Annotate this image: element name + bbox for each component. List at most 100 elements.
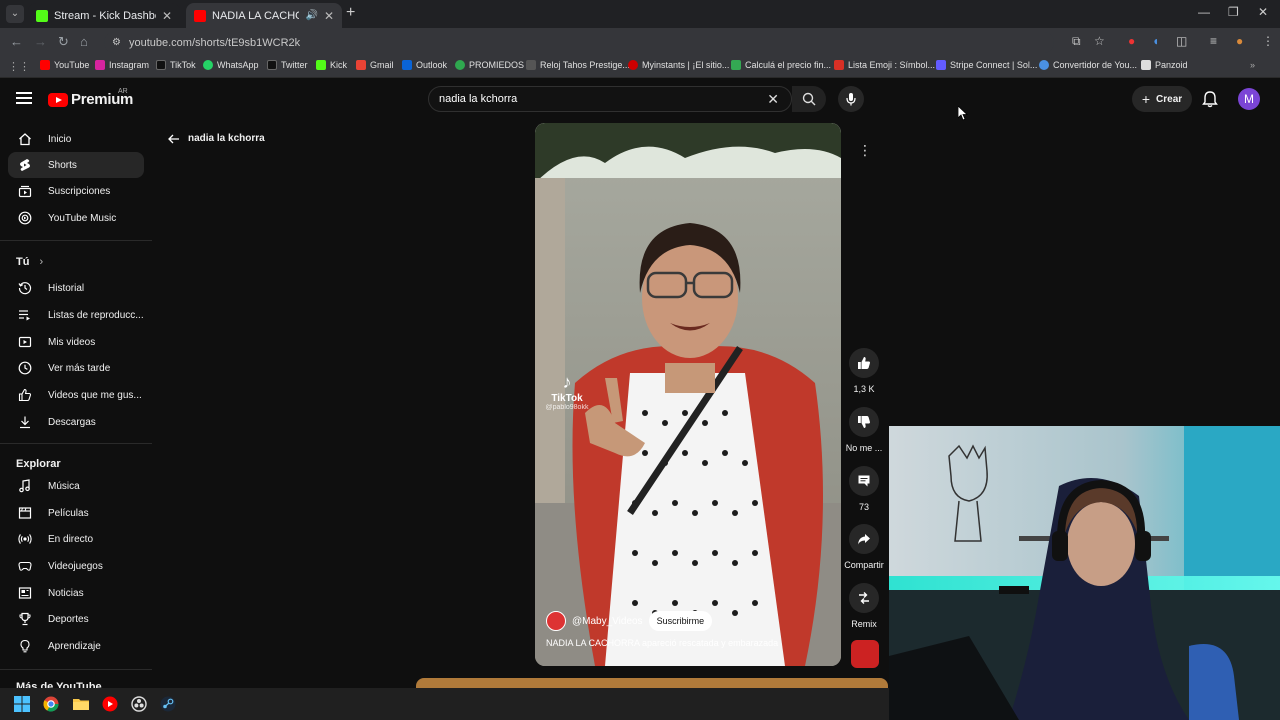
tab-close-icon[interactable]: ✕ (162, 9, 172, 23)
bookmark-youtube[interactable]: YouTube (40, 60, 89, 70)
bookmark-emoji[interactable]: Lista Emoji : Símbol... (834, 60, 935, 70)
short-title[interactable]: NADIA LA CACHORRA apareció rescatada y e… (546, 638, 778, 648)
sidebar-item-mis-videos[interactable]: Mis videos (8, 329, 144, 355)
account-avatar[interactable]: M (1238, 88, 1260, 110)
sidebar-item-ver-mas-tarde[interactable]: Ver más tarde (8, 355, 144, 381)
sidebar-item-en-directo[interactable]: En directo (8, 526, 144, 552)
instagram-icon (95, 60, 105, 70)
minimize-button[interactable]: — (1198, 5, 1210, 19)
tab-search-button[interactable]: ⌄ (6, 5, 24, 23)
channel-name[interactable]: @Maby_Videos (572, 616, 643, 627)
kick-icon (316, 60, 326, 70)
movies-icon (18, 506, 32, 520)
dislike-button[interactable]: No me ... (843, 407, 885, 453)
remix-button[interactable]: Remix (843, 583, 885, 629)
forward-icon[interactable]: → (34, 34, 47, 49)
you-heading[interactable]: Tú › (16, 256, 43, 268)
search-input[interactable]: nadia la kchorra ✕ (428, 86, 792, 112)
liked-icon (18, 388, 32, 402)
youtube-premium-logo[interactable]: Premium AR (48, 88, 133, 108)
restore-button[interactable]: ❐ (1228, 5, 1239, 19)
channel-avatar[interactable] (546, 611, 566, 631)
subscribe-button[interactable]: Suscribirme (648, 611, 713, 631)
bookmark-promiedos[interactable]: PROMIEDOS (455, 60, 524, 70)
extensions-puzzle-icon[interactable]: ◫ (1176, 34, 1187, 48)
sidebar-item-aprendizaje[interactable]: Aprendizaje (8, 633, 144, 659)
sidebar-item-peliculas[interactable]: Películas (8, 500, 144, 526)
sound-thumbnail[interactable] (851, 640, 879, 668)
comments-button[interactable]: 73 (843, 466, 885, 512)
bookmark-calcula[interactable]: Calculá el precio fin... (731, 60, 831, 70)
extension-icon[interactable]: ● (1128, 34, 1135, 48)
bookmark-myinstants[interactable]: Myinstants | ¡El sitio... (628, 60, 729, 70)
sidebar-item-listas[interactable]: Listas de reproducc... (8, 302, 144, 328)
explore-heading: Explorar (16, 458, 61, 470)
reading-list-icon[interactable]: ≡ (1210, 34, 1217, 48)
live-icon (18, 532, 32, 546)
bookmark-kick[interactable]: Kick (316, 60, 347, 70)
like-button[interactable]: 1,3 K (843, 348, 885, 394)
sidebar-divider (0, 443, 152, 444)
sheets-icon (731, 60, 741, 70)
more-bookmarks-icon[interactable]: » (1250, 60, 1255, 70)
bookmark-whatsapp[interactable]: WhatsApp (203, 60, 259, 70)
notifications-bell-icon[interactable] (1202, 90, 1218, 111)
clear-search-icon[interactable]: ✕ (767, 91, 779, 108)
bookmark-gmail[interactable]: Gmail (356, 60, 394, 70)
chrome-taskbar-icon[interactable] (43, 696, 59, 712)
steam-taskbar-icon[interactable] (160, 696, 176, 712)
reload-icon[interactable]: ↻ (58, 34, 69, 50)
sidebar-item-shorts[interactable]: Shorts (8, 152, 144, 178)
tab-youtube-short[interactable]: NADIA LA CACHORRA apa 🔊 ✕ (186, 3, 342, 28)
tab-kick-dashboard[interactable]: Stream - Kick Dashboard ✕ (28, 3, 180, 28)
address-bar[interactable]: ⚙ youtube.com/shorts/tE9sb1WCR2k (104, 32, 1054, 53)
sidebar-item-noticias[interactable]: Noticias (8, 580, 144, 606)
home-browser-icon[interactable]: ⌂ (80, 34, 88, 49)
youtube-taskbar-icon[interactable] (102, 696, 118, 712)
file-explorer-icon[interactable] (73, 696, 89, 712)
windows-start-icon[interactable] (14, 696, 30, 712)
browser-menu-icon[interactable]: ⋮ (1262, 34, 1274, 48)
profile-icon[interactable]: ● (1236, 34, 1243, 48)
sidebar-item-suscripciones[interactable]: Suscripciones (8, 178, 144, 204)
close-window-button[interactable]: ✕ (1258, 5, 1268, 19)
bookmark-twitter[interactable]: Twitter (267, 60, 308, 70)
menu-hamburger-icon[interactable] (16, 92, 32, 104)
sidebar-item-youtube-music[interactable]: YouTube Music (8, 205, 144, 231)
share-button[interactable]: Compartir (843, 524, 885, 570)
dislike-icon (849, 407, 879, 437)
search-button[interactable] (792, 86, 826, 112)
sidebar-item-inicio[interactable]: Inicio (8, 126, 144, 152)
bookmark-reloj[interactable]: Reloj Tahos Prestige... (526, 60, 630, 70)
apps-icon[interactable]: ⋮⋮ (8, 60, 30, 73)
bookmark-convertidor[interactable]: Convertidor de You... (1039, 60, 1137, 70)
voice-search-button[interactable] (838, 86, 864, 112)
cast-icon[interactable]: ⧉ (1072, 34, 1081, 49)
sidebar-item-historial[interactable]: Historial (8, 275, 144, 301)
sidebar-item-deportes[interactable]: Deportes (8, 606, 144, 632)
bookmark-instagram[interactable]: Instagram (95, 60, 149, 70)
sidebar-item-descargas[interactable]: Descargas (8, 409, 144, 435)
bookmark-stripe[interactable]: Stripe Connect | Sol... (936, 60, 1037, 70)
site-info-icon[interactable]: ⚙ (112, 37, 121, 48)
back-icon[interactable]: ← (10, 34, 23, 49)
sidebar-item-videojuegos[interactable]: Videojuegos (8, 553, 144, 579)
webcam-image (889, 426, 1280, 720)
speaker-icon[interactable]: 🔊 (305, 10, 317, 21)
plus-icon: + (1141, 91, 1151, 107)
bookmark-outlook[interactable]: Outlook (402, 60, 447, 70)
new-tab-button[interactable]: + (346, 4, 355, 22)
bookmark-panzoid[interactable]: Panzoid (1141, 60, 1188, 70)
obs-taskbar-icon[interactable] (131, 696, 147, 712)
back-to-search-button[interactable]: nadia la kchorra (168, 133, 265, 144)
tab-close-icon[interactable]: ✕ (324, 9, 334, 23)
sidebar-item-videos-que-me-gustan[interactable]: Videos que me gus... (8, 382, 144, 408)
next-short-preview[interactable] (416, 678, 888, 688)
create-button[interactable]: + Crear (1132, 86, 1192, 112)
bookmark-star-icon[interactable]: ☆ (1094, 34, 1105, 48)
bookmark-tiktok[interactable]: TikTok (156, 60, 196, 70)
sidebar-item-musica[interactable]: Música (8, 473, 144, 499)
more-options-icon[interactable]: ⋮ (853, 138, 877, 162)
extension-icon[interactable]: ◖ (1152, 34, 1159, 48)
emoji-list-icon (834, 60, 844, 70)
